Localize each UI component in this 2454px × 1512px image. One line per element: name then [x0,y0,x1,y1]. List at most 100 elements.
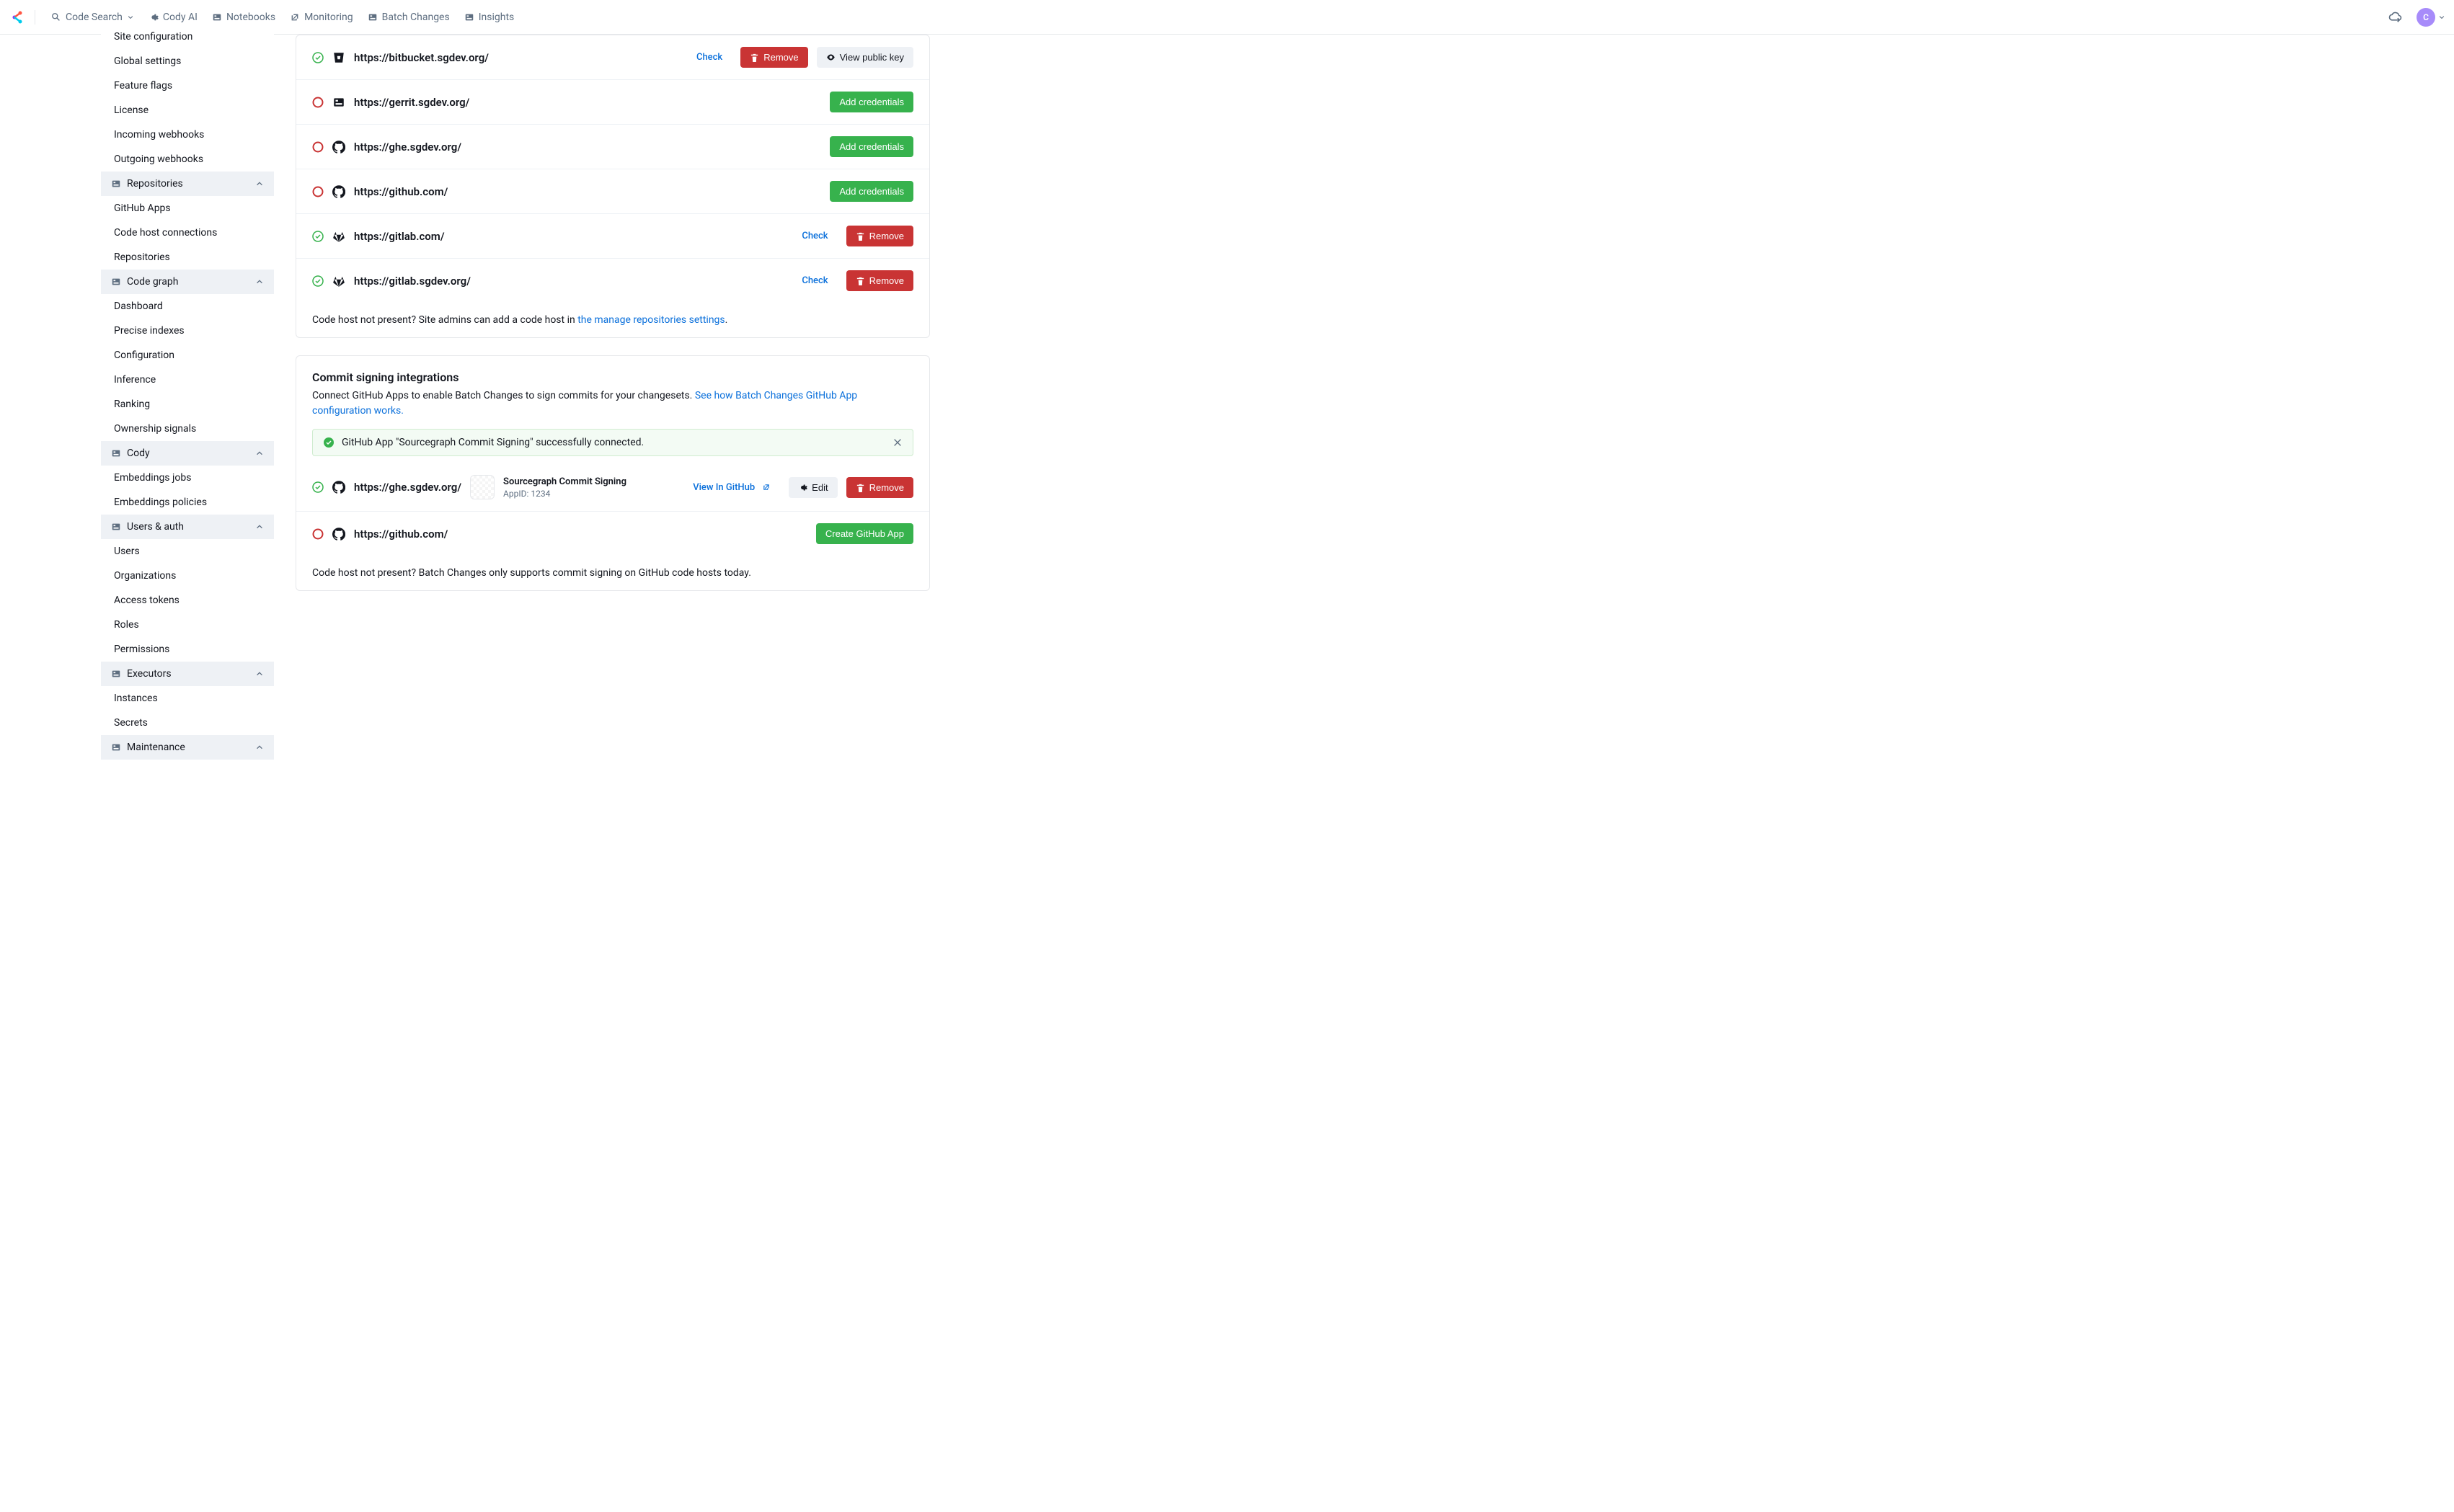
sidebar-group-label: Cody [127,448,150,459]
host-url: https://bitbucket.sgdev.org/ [354,51,489,64]
cody-icon [111,448,121,458]
sidebar-group-maintenance[interactable]: Maintenance [101,735,274,760]
sidebar-item-site-configuration[interactable]: Site configuration [101,25,274,49]
sparkle-icon [149,12,159,22]
chevron-up-icon [255,179,264,188]
remove-button[interactable]: Remove [740,47,807,68]
sidebar-item-instances[interactable]: Instances [101,686,274,711]
sidebar-item-global-settings[interactable]: Global settings [101,49,274,74]
bitbucket-icon [332,51,345,64]
host-row: https://github.com/Add credentials [296,169,929,214]
status-bad-icon [312,97,324,108]
remove-button[interactable]: Remove [846,270,913,291]
sidebar-group-label: Users & auth [127,521,184,533]
sidebar-item-secrets[interactable]: Secrets [101,711,274,735]
main: https://bitbucket.sgdev.org/Check Remove V… [281,35,959,760]
topnav: Code Search Cody AI Notebooks Monitoring Bat… [0,0,2454,35]
sidebar-item-ownership-signals[interactable]: Ownership signals [101,417,274,441]
chevron-up-icon [255,449,264,458]
sidebar-group-repositories[interactable]: Repositories [101,172,274,196]
cube-icon [111,669,121,679]
add-credentials-button[interactable]: Add credentials [830,136,913,157]
status-ok-icon [312,481,324,493]
nav-insights[interactable]: Insights [457,7,522,27]
nav-label: Monitoring [304,12,353,23]
status-bad-icon [312,141,324,153]
code-hosts-card: https://bitbucket.sgdev.org/Check Remove V… [296,35,930,338]
manage-repos-link[interactable]: the manage repositories settings [577,314,725,326]
sidebar-group-code-graph[interactable]: Code graph [101,270,274,294]
trash-icon [750,53,759,62]
search-icon [51,12,61,22]
remove-button[interactable]: Remove [846,477,913,498]
sidebar-group-cody[interactable]: Cody [101,441,274,466]
status-ok-icon [312,231,324,242]
signing-row: https://ghe.sgdev.org/Sourcegraph Commit… [296,463,929,512]
sidebar-item-ranking[interactable]: Ranking [101,392,274,417]
cloud-icon[interactable] [2388,10,2402,25]
sidebar-item-incoming-webhooks[interactable]: Incoming webhooks [101,123,274,147]
sidebar-group-executors[interactable]: Executors [101,662,274,686]
create-github-app-button[interactable]: Create GitHub App [816,523,913,544]
nav-label: Insights [479,12,515,23]
sidebar-item-organizations[interactable]: Organizations [101,564,274,588]
sidebar-item-embeddings-policies[interactable]: Embeddings policies [101,490,274,515]
add-credentials-button[interactable]: Add credentials [830,181,913,202]
user-menu[interactable]: C [2417,8,2445,27]
sidebar-item-repositories[interactable]: Repositories [101,245,274,270]
sidebar-item-access-tokens[interactable]: Access tokens [101,588,274,613]
nav-batch-changes[interactable]: Batch Changes [360,7,457,27]
gerrit-icon [332,96,345,109]
status-bad-icon [312,186,324,197]
view-key-button[interactable]: View public key [817,47,913,68]
sidebar-item-configuration[interactable]: Configuration [101,343,274,368]
nav-label: Code Search [66,12,123,23]
close-icon[interactable] [892,437,903,448]
chevron-up-icon [255,743,264,752]
sidebar-group-label: Maintenance [127,742,185,753]
sidebar-item-license[interactable]: License [101,98,274,123]
sidebar-item-embeddings-jobs[interactable]: Embeddings jobs [101,466,274,490]
github-icon [332,528,345,541]
github-icon [332,481,345,494]
repo-icon [111,179,121,189]
check-button[interactable]: Check [792,270,837,291]
signing-row: https://github.com/Create GitHub App [296,512,929,556]
sidebar-item-users[interactable]: Users [101,539,274,564]
nav-monitoring[interactable]: Monitoring [283,7,360,27]
sidebar-item-dashboard[interactable]: Dashboard [101,294,274,319]
sidebar-item-permissions[interactable]: Permissions [101,637,274,662]
sidebar-item-github-apps[interactable]: GitHub Apps [101,196,274,221]
logo[interactable] [9,9,26,26]
commit-signing-card: Commit signing integrations Connect GitH… [296,355,930,591]
notebook-icon [212,12,222,22]
sidebar-group-label: Code graph [127,276,178,288]
add-credentials-button[interactable]: Add credentials [830,92,913,112]
nav-label: Batch Changes [382,12,450,23]
host-url: https://github.com/ [354,185,448,198]
trash-icon [856,231,865,241]
host-row: https://gerrit.sgdev.org/Add credentials [296,80,929,125]
nav-label: Notebooks [226,12,275,23]
sidebar-item-feature-flags[interactable]: Feature flags [101,74,274,98]
host-url: https://ghe.sgdev.org/ [354,481,461,494]
sidebar-item-roles[interactable]: Roles [101,613,274,637]
sidebar-item-inference[interactable]: Inference [101,368,274,392]
nav-label: Cody AI [163,12,198,23]
sidebar: Site configurationGlobal settingsFeature… [101,35,274,760]
check-button[interactable]: Check [792,226,837,246]
github-icon [332,141,345,154]
sidebar-item-precise-indexes[interactable]: Precise indexes [101,319,274,343]
host-url: https://ghe.sgdev.org/ [354,141,461,154]
edit-button[interactable]: Edit [789,477,837,498]
view-in-github-link[interactable]: View In GitHub [683,477,780,498]
host-url: https://github.com/ [354,528,448,541]
app-id: AppID: 1234 [503,489,626,499]
host-url: https://gerrit.sgdev.org/ [354,96,469,109]
sidebar-item-code-host-connections[interactable]: Code host connections [101,221,274,245]
remove-button[interactable]: Remove [846,226,913,246]
check-button[interactable]: Check [687,47,732,68]
sidebar-item-outgoing-webhooks[interactable]: Outgoing webhooks [101,147,274,172]
sidebar-group-users-auth[interactable]: Users & auth [101,515,274,539]
avatar: C [2417,8,2435,27]
